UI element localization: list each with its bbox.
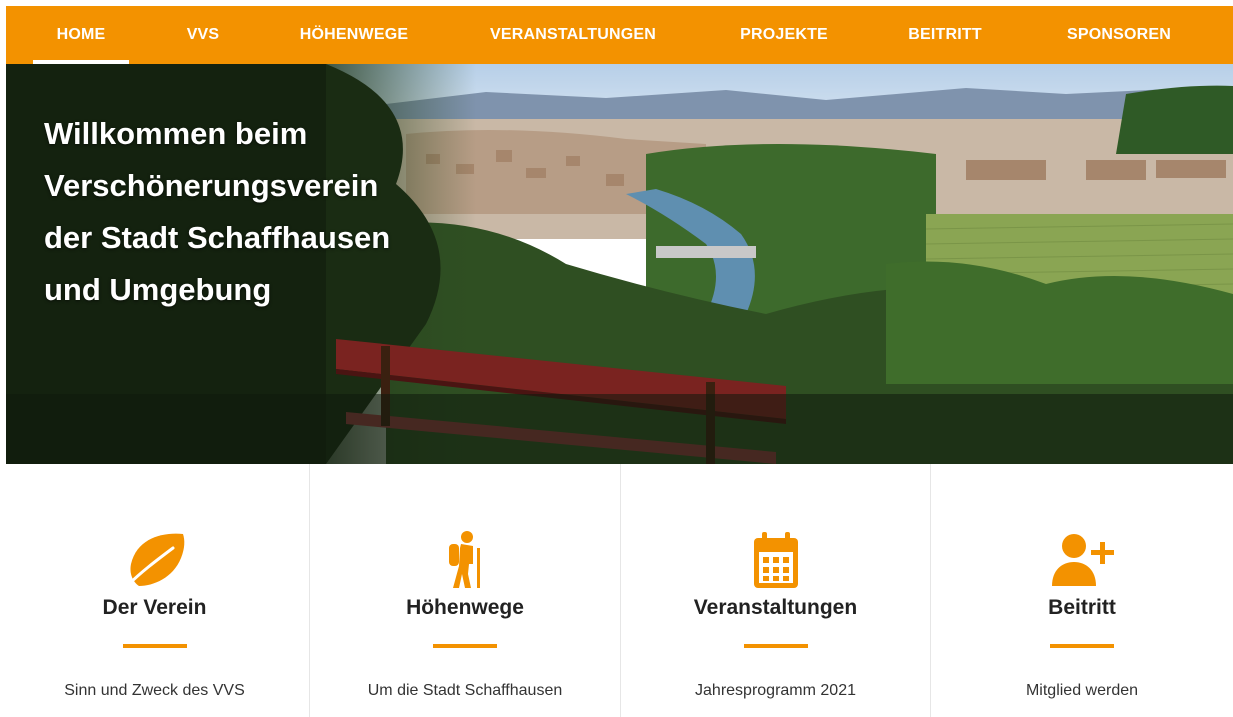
card-hoehenwege[interactable]: Höhenwege Um die Stadt Schaffhausen (310, 464, 620, 717)
card-veranstaltungen[interactable]: Veranstaltungen Jahresprogramm 2021 (621, 464, 930, 717)
card-title: Der Verein (102, 596, 207, 619)
card-subtitle: Um die Stadt Schaffhausen (367, 682, 563, 699)
card-subtitle: Mitglied werden (1025, 682, 1139, 699)
card-subtitle: Jahresprogramm 2021 (695, 682, 856, 699)
card-underline (743, 644, 808, 648)
card-beitritt[interactable]: Beitritt Mitglied werden (931, 464, 1233, 717)
nav-item-veranstaltungen[interactable]: VERANSTALTUNGEN (480, 6, 666, 64)
card-title: Höhenwege (406, 596, 524, 619)
card-subtitle: Sinn und Zweck des VVS (64, 682, 245, 699)
nav-item-beitritt[interactable]: BEITRITT (892, 6, 998, 64)
nav-item-home[interactable]: HOME (33, 6, 129, 64)
card-title: Veranstaltungen (693, 596, 858, 619)
feature-cards: Der Verein Sinn und Zweck des VVS Höhenw… (0, 464, 1233, 717)
card-underline (433, 644, 497, 648)
hero-title: Willkommen beim Verschönerungsverein der… (44, 116, 391, 307)
hero-banner: Willkommen beim Verschönerungsverein der… (6, 64, 1233, 464)
hiker-icon (449, 531, 480, 588)
user-plus-icon (1052, 534, 1114, 586)
main-nav: HOME VVS HÖHENWEGE VERANSTALTUNGEN PROJE… (6, 6, 1233, 64)
leaf-icon (125, 533, 184, 588)
card-underline (1050, 644, 1114, 648)
nav-item-hoehenwege[interactable]: HÖHENWEGE (284, 6, 424, 64)
card-underline (122, 644, 187, 648)
nav-item-sponsoren[interactable]: SPONSOREN (1054, 6, 1184, 64)
nav-item-projekte[interactable]: PROJEKTE (724, 6, 844, 64)
nav-item-vvs[interactable]: VVS (172, 6, 234, 64)
card-der-verein[interactable]: Der Verein Sinn und Zweck des VVS (0, 464, 309, 717)
card-title: Beitritt (1048, 596, 1116, 619)
calendar-icon (753, 532, 798, 588)
